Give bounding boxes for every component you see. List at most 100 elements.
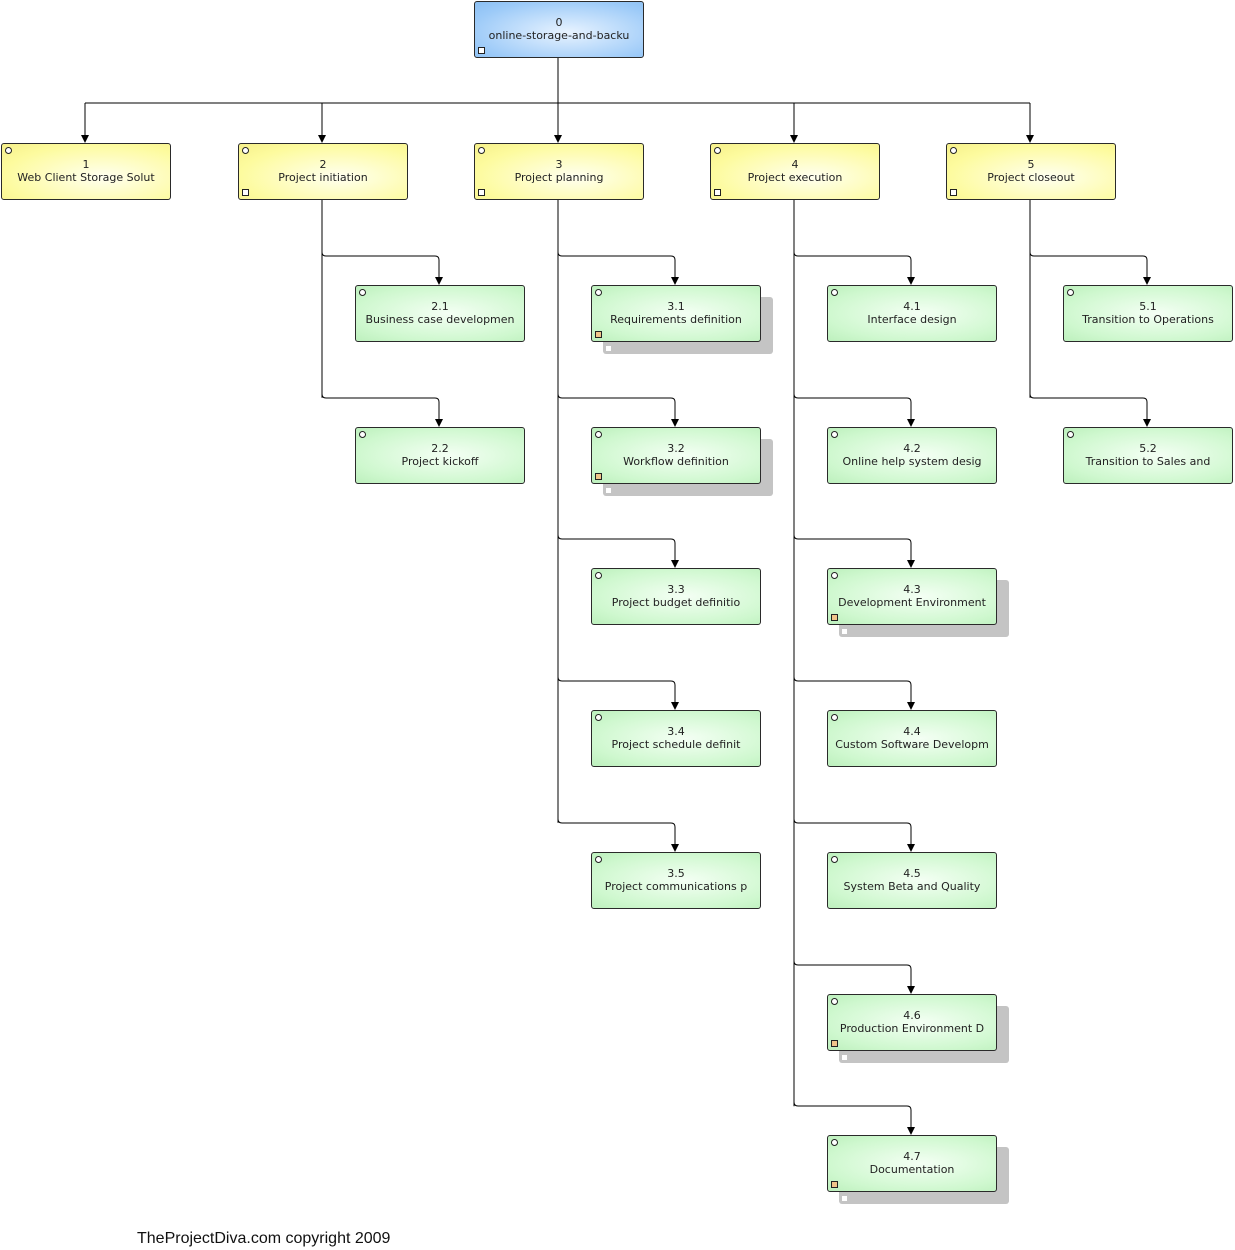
expand-square-icon — [831, 614, 838, 621]
node-label: System Beta and Quality — [843, 880, 981, 893]
wbs-node-4.3[interactable]: 4.3 Development Environment — [827, 568, 997, 625]
circle-marker-icon — [1067, 431, 1074, 438]
expand-square-icon — [242, 189, 249, 196]
wbs-node-4.2[interactable]: 4.2 Online help system desig — [827, 427, 997, 484]
expand-square-icon — [831, 1181, 838, 1188]
child-connector-line — [793, 534, 912, 567]
node-number: 4.2 — [903, 442, 921, 455]
circle-marker-icon — [595, 856, 602, 863]
wbs-node-3.5[interactable]: 3.5 Project communications p — [591, 852, 761, 909]
expand-square-icon — [595, 331, 602, 338]
arrowhead — [907, 560, 915, 568]
wbs-node-4.5[interactable]: 4.5 System Beta and Quality — [827, 852, 997, 909]
arrowhead — [1143, 419, 1151, 427]
child-connector-line — [793, 251, 912, 284]
circle-marker-icon — [831, 998, 838, 1005]
child-connector-line — [557, 393, 676, 426]
node-number: 4.3 — [903, 583, 921, 596]
node-label: Project schedule definit — [611, 738, 741, 751]
wbs-node-root[interactable]: 0 online-storage-and-backu — [474, 1, 644, 58]
node-label: Online help system desig — [842, 455, 982, 468]
circle-marker-icon — [359, 289, 366, 296]
arrowhead — [671, 844, 679, 852]
node-label: Transition to Sales and — [1085, 455, 1211, 468]
arrowhead — [907, 844, 915, 852]
node-label: Project closeout — [987, 171, 1075, 184]
wbs-node-5[interactable]: 5 Project closeout — [946, 143, 1116, 200]
node-label: Custom Software Developm — [835, 738, 989, 751]
arrowhead — [671, 277, 679, 285]
node-label: Development Environment — [838, 596, 986, 609]
node-number: 3.3 — [667, 583, 685, 596]
wbs-node-3[interactable]: 3 Project planning — [474, 143, 644, 200]
node-number: 3.1 — [667, 300, 685, 313]
expand-square-icon — [595, 473, 602, 480]
circle-marker-icon — [714, 147, 721, 154]
arrowhead — [671, 560, 679, 568]
wbs-node-4.4[interactable]: 4.4 Custom Software Developm — [827, 710, 997, 767]
arrowhead — [318, 135, 326, 143]
wbs-node-4.6[interactable]: 4.6 Production Environment D — [827, 994, 997, 1051]
arrowhead — [435, 419, 443, 427]
node-number: 4.6 — [903, 1009, 921, 1022]
node-number: 4 — [791, 158, 799, 171]
wbs-node-2.1[interactable]: 2.1 Business case developmen — [355, 285, 525, 342]
arrowhead — [907, 1127, 915, 1135]
wbs-node-2[interactable]: 2 Project initiation — [238, 143, 408, 200]
node-number: 4.4 — [903, 725, 921, 738]
child-connector-line — [557, 251, 676, 284]
arrowhead — [671, 702, 679, 710]
child-connector-line — [793, 393, 912, 426]
node-label: Interface design — [867, 313, 957, 326]
node-number: 2 — [319, 158, 327, 171]
wbs-node-4[interactable]: 4 Project execution — [710, 143, 880, 200]
node-number: 5 — [1027, 158, 1035, 171]
wbs-node-3.1[interactable]: 3.1 Requirements definition — [591, 285, 761, 342]
circle-marker-icon — [478, 147, 485, 154]
arrowhead — [907, 702, 915, 710]
arrowhead — [81, 135, 89, 143]
node-label: Project communications p — [604, 880, 748, 893]
wbs-node-2.2[interactable]: 2.2 Project kickoff — [355, 427, 525, 484]
child-connector-line — [793, 960, 912, 993]
node-number: 5.2 — [1139, 442, 1157, 455]
circle-marker-icon — [831, 714, 838, 721]
wbs-node-5.2[interactable]: 5.2 Transition to Sales and — [1063, 427, 1233, 484]
node-number: 3.2 — [667, 442, 685, 455]
node-number: 5.1 — [1139, 300, 1157, 313]
child-connector-line — [1029, 251, 1148, 284]
node-number: 2.2 — [431, 442, 449, 455]
node-label: Web Client Storage Solut — [17, 171, 155, 184]
arrowhead — [435, 277, 443, 285]
wbs-node-4.1[interactable]: 4.1 Interface design — [827, 285, 997, 342]
node-number: 4.5 — [903, 867, 921, 880]
child-connector-line — [557, 534, 676, 567]
node-number: 4.7 — [903, 1150, 921, 1163]
wbs-node-3.4[interactable]: 3.4 Project schedule definit — [591, 710, 761, 767]
child-connector-line — [793, 676, 912, 709]
node-number: 3.4 — [667, 725, 685, 738]
circle-marker-icon — [1067, 289, 1074, 296]
arrowhead — [554, 135, 562, 143]
wbs-node-1[interactable]: 1 Web Client Storage Solut — [1, 143, 171, 200]
wbs-node-5.1[interactable]: 5.1 Transition to Operations — [1063, 285, 1233, 342]
wbs-node-3.3[interactable]: 3.3 Project budget definitio — [591, 568, 761, 625]
circle-marker-icon — [831, 1139, 838, 1146]
circle-marker-icon — [831, 431, 838, 438]
node-label: Project initiation — [278, 171, 368, 184]
circle-marker-icon — [5, 147, 12, 154]
child-connector-line — [557, 818, 676, 851]
circle-marker-icon — [359, 431, 366, 438]
circle-marker-icon — [831, 289, 838, 296]
expand-square-icon — [950, 189, 957, 196]
arrowhead — [1026, 135, 1034, 143]
child-connector-line — [793, 1101, 912, 1134]
circle-marker-icon — [950, 147, 957, 154]
arrowhead — [907, 986, 915, 994]
circle-marker-icon — [831, 572, 838, 579]
wbs-node-4.7[interactable]: 4.7 Documentation — [827, 1135, 997, 1192]
circle-marker-icon — [595, 289, 602, 296]
wbs-node-3.2[interactable]: 3.2 Workflow definition — [591, 427, 761, 484]
child-connector-line — [557, 676, 676, 709]
expand-square-icon — [714, 189, 721, 196]
